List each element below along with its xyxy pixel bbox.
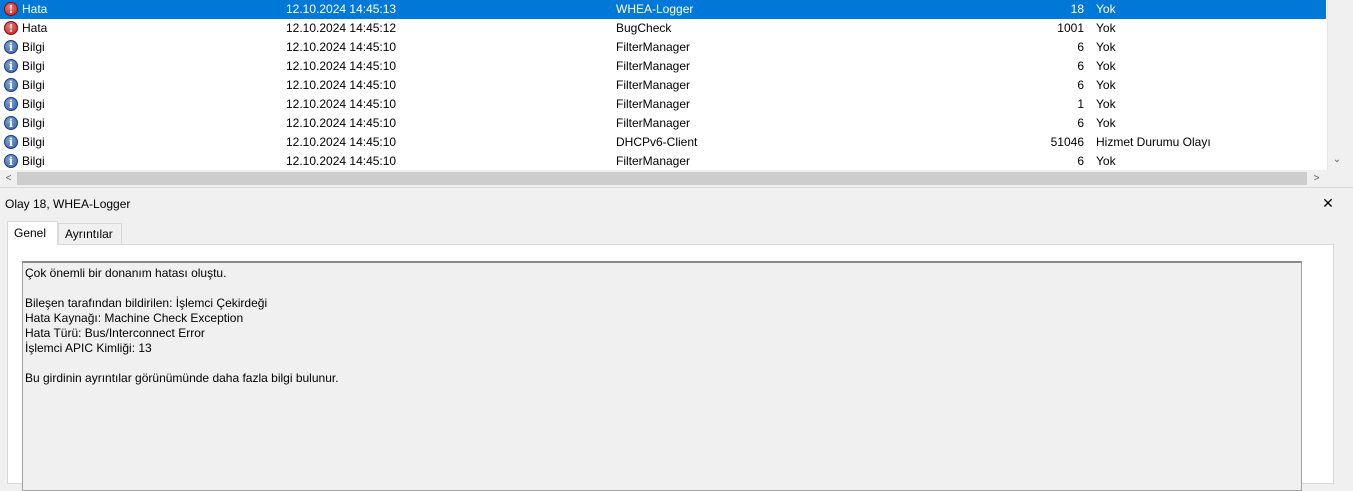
table-row[interactable]: ! Hata 12.10.2024 14:45:12 BugCheck 1001 Yok [0, 19, 1326, 38]
level-cell: Hata [22, 21, 48, 35]
task-category-cell: Yok [1096, 59, 1116, 73]
date-cell: 12.10.2024 14:45:10 [286, 78, 397, 92]
table-row[interactable]: ! Hata 12.10.2024 14:45:13 WHEA-Logger 18 Yok [0, 0, 1326, 19]
error-icon: ! [4, 21, 18, 35]
date-cell: 12.10.2024 14:45:13 [286, 2, 397, 16]
event-id-cell: 6 [1077, 59, 1084, 73]
error-icon: ! [4, 21, 19, 36]
pane-splitter[interactable] [0, 187, 1353, 192]
info-icon: i [4, 116, 18, 130]
info-icon: i [4, 154, 19, 169]
level-cell: Bilgi [22, 154, 45, 168]
date-cell: 12.10.2024 14:45:10 [286, 116, 397, 130]
source-cell: FilterManager [616, 78, 691, 92]
event-id-cell: 51046 [1050, 135, 1084, 149]
event-id-cell: 6 [1077, 116, 1084, 130]
info-icon: i [4, 97, 18, 111]
task-category-cell: Hizmet Durumu Olayı [1096, 135, 1211, 149]
task-category-cell: Yok [1096, 78, 1116, 92]
event-id-cell: 6 [1077, 40, 1084, 54]
scrollbar-corner [1327, 170, 1345, 187]
event-id-cell: 6 [1077, 78, 1084, 92]
source-cell: WHEA-Logger [616, 2, 694, 16]
table-row[interactable]: i Bilgi 12.10.2024 14:45:10 FilterManager 6 Y… [0, 152, 1326, 171]
info-icon: i [4, 40, 19, 55]
info-icon: i [4, 135, 18, 149]
info-icon: i [4, 97, 19, 112]
table-row[interactable]: i Bilgi 12.10.2024 14:45:10 DHCPv6-Client 51… [0, 133, 1326, 152]
event-rows: ! Hata 12.10.2024 14:45:13 WHEA-Logger 18 Yok… [0, 0, 1326, 171]
task-category-cell: Yok [1096, 154, 1116, 168]
scroll-right-icon[interactable]: > [1308, 170, 1325, 187]
event-id-cell: 18 [1070, 2, 1084, 16]
level-cell: Bilgi [22, 59, 45, 73]
event-description[interactable]: Çok önemli bir donanım hatası oluştu. Bi… [22, 261, 1302, 491]
error-icon: ! [4, 2, 19, 17]
source-cell: FilterManager [616, 59, 691, 73]
close-icon[interactable]: ✕ [1320, 194, 1336, 212]
tab-genel[interactable]: Genel [7, 221, 58, 245]
date-cell: 12.10.2024 14:45:12 [286, 21, 397, 35]
date-cell: 12.10.2024 14:45:10 [286, 40, 397, 54]
scroll-down-icon[interactable]: ⌄ [1328, 152, 1345, 168]
scroll-left-icon[interactable]: < [0, 170, 17, 187]
task-category-cell: Yok [1096, 40, 1116, 54]
date-cell: 12.10.2024 14:45:10 [286, 154, 397, 168]
scroll-up-icon[interactable] [1328, 0, 1345, 16]
task-category-cell: Yok [1096, 116, 1116, 130]
table-row[interactable]: i Bilgi 12.10.2024 14:45:10 FilterManager 6 Y… [0, 114, 1326, 133]
info-icon: i [4, 78, 19, 93]
list-frame [1345, 0, 1353, 187]
source-cell: BugCheck [616, 21, 672, 35]
info-icon: i [4, 78, 18, 92]
table-row[interactable]: i Bilgi 12.10.2024 14:45:10 FilterManager 6 Y… [0, 38, 1326, 57]
date-cell: 12.10.2024 14:45:10 [286, 97, 397, 111]
error-icon: ! [4, 2, 18, 16]
info-icon: i [4, 154, 18, 168]
task-category-cell: Yok [1096, 97, 1116, 111]
source-cell: FilterManager [616, 116, 691, 130]
level-cell: Bilgi [22, 78, 45, 92]
info-icon: i [4, 116, 19, 131]
event-id-cell: 1001 [1057, 21, 1084, 35]
vertical-scrollbar[interactable]: ⌄ [1327, 0, 1345, 170]
task-category-cell: Yok [1096, 2, 1116, 16]
table-row[interactable]: i Bilgi 12.10.2024 14:45:10 FilterManager 6 Y… [0, 57, 1326, 76]
info-icon: i [4, 59, 18, 73]
level-cell: Hata [22, 2, 48, 16]
level-cell: Bilgi [22, 135, 45, 149]
table-row[interactable]: i Bilgi 12.10.2024 14:45:10 FilterManager 6 Y… [0, 76, 1326, 95]
date-cell: 12.10.2024 14:45:10 [286, 59, 397, 73]
table-row[interactable]: i Bilgi 12.10.2024 14:45:10 FilterManager 1 Y… [0, 95, 1326, 114]
task-category-cell: Yok [1096, 21, 1116, 35]
level-cell: Bilgi [22, 116, 45, 130]
info-icon: i [4, 40, 18, 54]
event-id-cell: 1 [1077, 97, 1084, 111]
source-cell: FilterManager [616, 154, 691, 168]
event-list[interactable]: ! Hata 12.10.2024 14:45:13 WHEA-Logger 18 Yok… [0, 0, 1345, 187]
source-cell: FilterManager [616, 97, 691, 111]
horizontal-scroll-thumb[interactable] [17, 172, 1307, 185]
event-id-cell: 6 [1077, 154, 1084, 168]
detail-header: Olay 18, WHEA-Logger ✕ [0, 193, 1353, 214]
level-cell: Bilgi [22, 40, 45, 54]
horizontal-scrollbar[interactable]: < > [0, 170, 1327, 187]
source-cell: FilterManager [616, 40, 691, 54]
source-cell: DHCPv6-Client [616, 135, 698, 149]
tab-ayrintilar[interactable]: Ayrıntılar [58, 223, 122, 244]
info-icon: i [4, 135, 19, 150]
detail-title: Olay 18, WHEA-Logger [5, 197, 131, 211]
info-icon: i [4, 59, 19, 74]
level-cell: Bilgi [22, 97, 45, 111]
date-cell: 12.10.2024 14:45:10 [286, 135, 397, 149]
